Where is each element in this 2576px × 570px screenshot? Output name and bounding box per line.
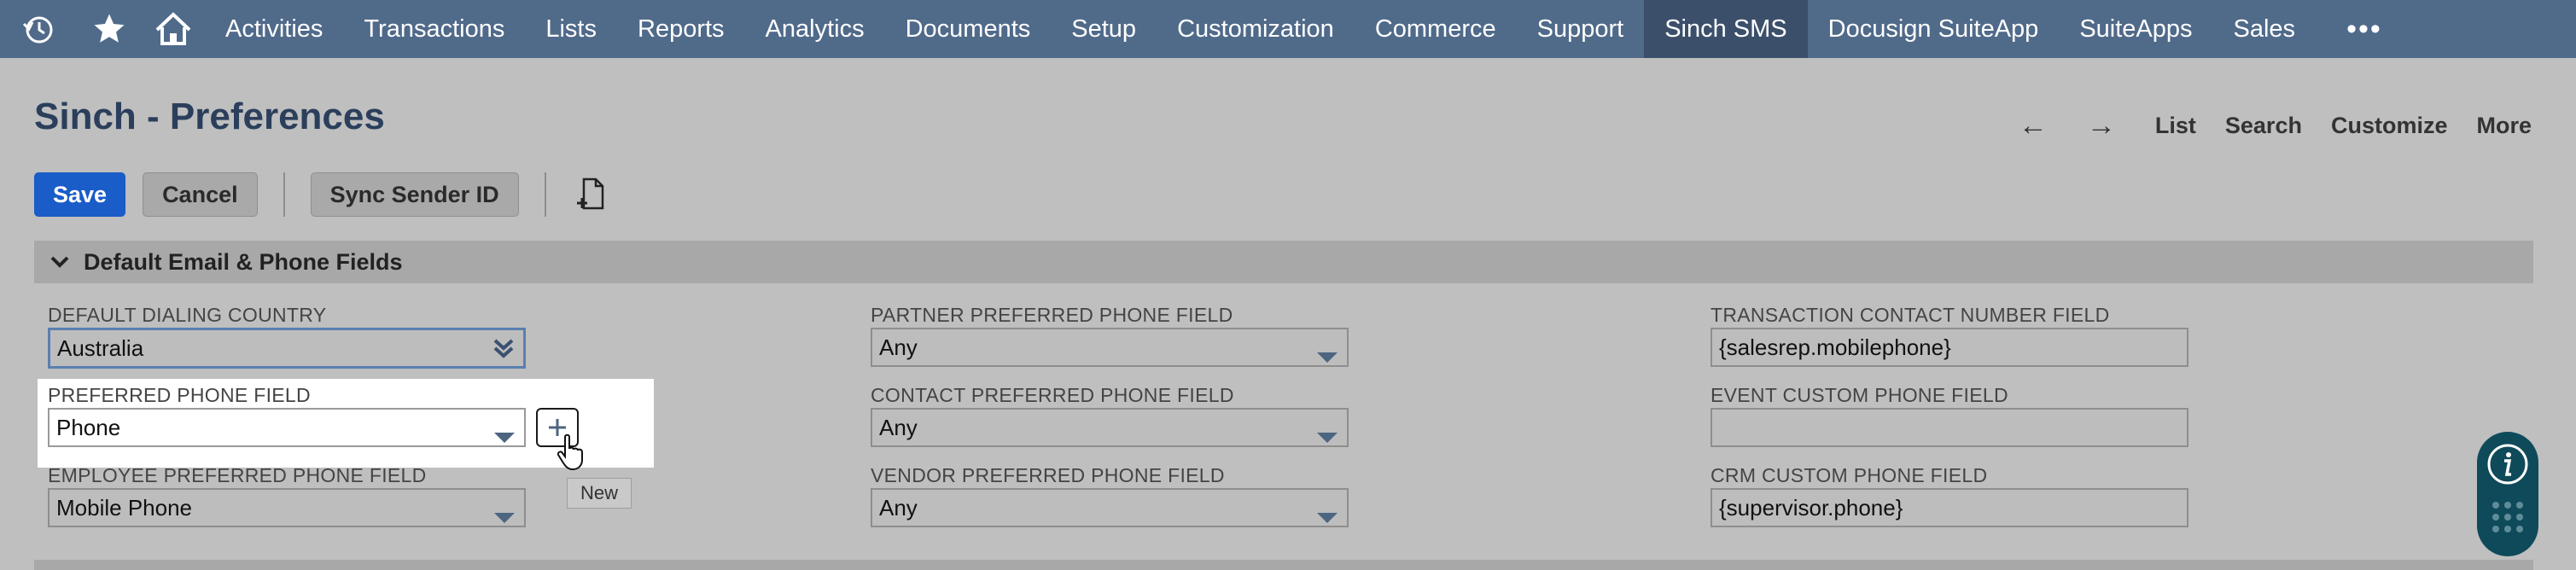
save-button[interactable]: Save	[34, 172, 126, 217]
toolbar-divider	[283, 172, 285, 217]
dropdown-arrow-icon	[493, 423, 516, 450]
nav-reports[interactable]: Reports	[617, 0, 745, 58]
recent-history-icon[interactable]	[0, 0, 77, 58]
toolbar: Save Cancel Sync Sender ID	[34, 172, 609, 217]
contact-preferred-phone-field-label: CONTACT PREFERRED PHONE FIELD	[871, 384, 1234, 406]
default-dialing-country-value: Australia	[57, 334, 144, 361]
help-widget[interactable]	[2477, 432, 2538, 556]
partner-preferred-phone-field-value: Any	[879, 334, 918, 360]
cancel-button[interactable]: Cancel	[143, 172, 258, 217]
partner-preferred-phone-field-select[interactable]: Any	[871, 328, 1349, 367]
dropdown-arrow-icon	[1316, 503, 1338, 530]
nav-customization[interactable]: Customization	[1157, 0, 1355, 58]
info-icon[interactable]	[2486, 442, 2530, 486]
toolbar-divider	[544, 172, 546, 217]
nav-setup[interactable]: Setup	[1051, 0, 1157, 58]
preferred-phone-field-value: Phone	[56, 414, 121, 440]
employee-preferred-phone-field-value: Mobile Phone	[56, 494, 192, 521]
nav-docusign-suiteapp[interactable]: Docusign SuiteApp	[1808, 0, 2060, 58]
sync-sender-id-button[interactable]: Sync Sender ID	[310, 172, 519, 217]
top-navigation: Activities Transactions Lists Reports An…	[0, 0, 2576, 58]
star-icon[interactable]	[77, 0, 141, 58]
more-link[interactable]: More	[2476, 113, 2532, 139]
nav-commerce[interactable]: Commerce	[1355, 0, 1517, 58]
employee-preferred-phone-field-label: EMPLOYEE PREFERRED PHONE FIELD	[48, 464, 427, 486]
nav-sales[interactable]: Sales	[2213, 0, 2317, 58]
partner-preferred-phone-field-label: PARTNER PREFERRED PHONE FIELD	[871, 304, 1233, 326]
forward-arrow-icon[interactable]: →	[2087, 109, 2116, 142]
transaction-contact-number-field-label: TRANSACTION CONTACT NUMBER FIELD	[1711, 304, 2110, 326]
page-title: Sinch - Preferences	[34, 96, 385, 137]
section-header-default-email-phone[interactable]: Default Email & Phone Fields	[34, 241, 2533, 283]
vendor-preferred-phone-field-label: VENDOR PREFERRED PHONE FIELD	[871, 464, 1225, 486]
nav-transactions[interactable]: Transactions	[343, 0, 525, 58]
keypad-grid-icon[interactable]	[2491, 500, 2525, 541]
crm-custom-phone-field-label: CRM CUSTOM PHONE FIELD	[1711, 464, 1988, 486]
section-title: Default Email & Phone Fields	[84, 248, 403, 275]
customize-link[interactable]: Customize	[2331, 113, 2448, 139]
default-dialing-country-select[interactable]: Australia	[48, 328, 526, 369]
crm-custom-phone-field-input[interactable]: {supervisor.phone}	[1711, 488, 2188, 527]
double-chevron-down-icon	[492, 337, 515, 365]
nav-suiteapps[interactable]: SuiteApps	[2059, 0, 2212, 58]
preferred-phone-field-label: PREFERRED PHONE FIELD	[48, 384, 311, 406]
nav-activities[interactable]: Activities	[205, 0, 343, 58]
new-document-icon[interactable]	[572, 176, 609, 213]
nav-more-menu[interactable]: •••	[2316, 13, 2413, 46]
chevron-down-icon[interactable]	[50, 255, 70, 269]
search-link[interactable]: Search	[2225, 113, 2302, 139]
nav-documents[interactable]: Documents	[885, 0, 1052, 58]
dropdown-arrow-icon	[1316, 423, 1338, 450]
vendor-preferred-phone-field-select[interactable]: Any	[871, 488, 1349, 527]
vendor-preferred-phone-field-value: Any	[879, 494, 918, 521]
default-dialing-country-label: DEFAULT DIALING COUNTRY	[48, 304, 327, 326]
mouse-cursor-icon	[557, 433, 586, 475]
dropdown-arrow-icon	[493, 503, 516, 530]
contact-preferred-phone-field-select[interactable]: Any	[871, 408, 1349, 447]
nav-analytics[interactable]: Analytics	[745, 0, 885, 58]
list-link[interactable]: List	[2155, 113, 2196, 139]
back-arrow-icon[interactable]: ←	[2019, 109, 2048, 142]
event-custom-phone-field-label: EVENT CUSTOM PHONE FIELD	[1711, 384, 2008, 406]
transaction-contact-number-field-input[interactable]: {salesrep.mobilephone}	[1711, 328, 2188, 367]
header-actions: ← → List Search Customize More	[2019, 109, 2532, 142]
new-tooltip: New	[567, 478, 632, 509]
event-custom-phone-field-input[interactable]	[1711, 408, 2188, 447]
employee-preferred-phone-field-select[interactable]: Mobile Phone	[48, 488, 526, 527]
preferred-phone-field-select[interactable]: Phone	[48, 408, 526, 447]
nav-lists[interactable]: Lists	[525, 0, 617, 58]
contact-preferred-phone-field-value: Any	[879, 414, 918, 440]
home-icon[interactable]	[141, 0, 205, 58]
dropdown-arrow-icon	[1316, 343, 1338, 369]
nav-sinch-sms[interactable]: Sinch SMS	[1644, 0, 1808, 58]
nav-support[interactable]: Support	[1517, 0, 1645, 58]
next-section-bar	[34, 560, 2533, 570]
